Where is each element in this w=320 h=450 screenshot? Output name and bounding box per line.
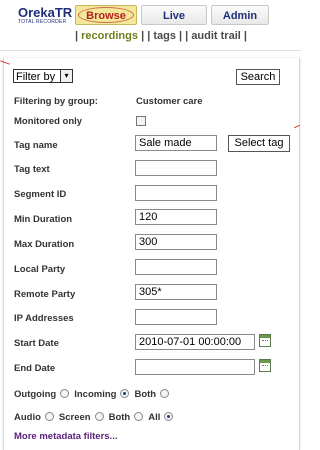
search-button[interactable]: Search: [236, 69, 280, 85]
remote-party-label: Remote Party: [14, 289, 76, 300]
subnav: | recordings | | tags | | audit trail |: [75, 30, 247, 42]
calendar-icon-grid: [262, 340, 268, 347]
local-party-label: Local Party: [14, 264, 66, 275]
logo-subtitle: TOTAL RECORDER: [18, 19, 67, 25]
radio-both[interactable]: [160, 389, 170, 398]
calendar-icon[interactable]: [259, 334, 271, 347]
min-duration-label: Min Duration: [14, 214, 73, 225]
app-logo: OrekaTR TOTAL RECORDER: [14, 5, 72, 25]
radio-audio-label: Audio: [14, 412, 41, 423]
more-metadata-filters-link[interactable]: More metadata filters...: [14, 431, 117, 442]
radio-incoming-label: Incoming: [74, 389, 117, 400]
tag-name-label: Tag name: [14, 140, 58, 151]
remote-party-field[interactable]: 305*: [135, 284, 217, 300]
subnav-item-recordings[interactable]: recordings: [81, 30, 138, 42]
subnav-separator: |: [75, 30, 79, 42]
monitored-only-checkbox[interactable]: [136, 116, 146, 126]
radio-media-both[interactable]: [134, 412, 144, 421]
subnav-item-tags[interactable]: tags: [153, 30, 176, 42]
subnav-separator: |: [179, 30, 183, 42]
calendar-icon-header: [260, 360, 270, 363]
radio-audio[interactable]: [44, 412, 54, 421]
segment-id-field[interactable]: [135, 185, 217, 201]
start-date-label: Start Date: [14, 338, 59, 349]
end-date-field[interactable]: [135, 359, 255, 375]
logo-title: OrekaTR: [18, 5, 73, 20]
radio-all[interactable]: [164, 412, 174, 421]
radio-incoming[interactable]: [120, 389, 130, 398]
subnav-separator: |: [185, 30, 189, 42]
ip-addresses-label: IP Addresses: [14, 313, 74, 324]
tab-admin[interactable]: Admin: [211, 5, 269, 25]
tag-text-field[interactable]: [135, 160, 217, 176]
monitored-only-label: Monitored only: [14, 116, 83, 127]
max-duration-label: Max Duration: [14, 239, 75, 250]
direction-radio-group: Outgoing Incoming Both: [14, 389, 174, 400]
radio-screen-label: Screen: [58, 412, 91, 423]
tag-name-field[interactable]: Sale made: [135, 135, 217, 151]
subnav-separator: |: [147, 30, 151, 42]
radio-screen[interactable]: [94, 412, 104, 421]
divider: [0, 50, 301, 51]
local-party-field[interactable]: [135, 259, 217, 275]
filter-by-select[interactable]: Filter by ▾: [13, 69, 73, 83]
subnav-separator: |: [141, 30, 145, 42]
max-duration-field[interactable]: 300: [135, 234, 217, 250]
ip-addresses-field[interactable]: [135, 309, 217, 325]
subnav-item-audit-trail[interactable]: audit trail: [191, 30, 241, 42]
tag-text-label: Tag text: [14, 164, 50, 175]
tab-live-label: Live: [162, 10, 185, 22]
app-header: OrekaTR TOTAL RECORDER Browse Live Admin: [0, 0, 301, 28]
min-duration-field[interactable]: 120: [135, 209, 217, 225]
segment-id-label: Segment ID: [14, 189, 67, 200]
tab-live[interactable]: Live: [141, 5, 207, 25]
calendar-icon[interactable]: [259, 359, 271, 372]
calendar-icon-grid: [262, 365, 268, 372]
radio-both-label: Both: [134, 389, 157, 400]
chevron-down-icon: ▾: [60, 70, 72, 82]
radio-media-both-label: Both: [108, 412, 131, 423]
end-date-label: End Date: [14, 363, 56, 374]
radio-all-label: All: [148, 412, 161, 423]
browse-highlight-oval: [78, 7, 134, 23]
tab-admin-label: Admin: [222, 10, 258, 22]
filtering-by-group-label: Filtering by group:: [14, 96, 98, 107]
media-radio-group: Audio Screen Both All: [14, 412, 178, 423]
tab-browse[interactable]: Browse: [75, 5, 137, 25]
radio-outgoing-label: Outgoing: [14, 389, 57, 400]
select-tag-button[interactable]: Select tag: [228, 135, 290, 152]
subnav-separator: |: [243, 30, 247, 42]
calendar-icon-header: [260, 335, 270, 338]
filtering-by-group-value: Customer care: [136, 96, 203, 107]
filter-by-label: Filter by: [16, 71, 56, 83]
radio-outgoing[interactable]: [60, 389, 70, 398]
start-date-field[interactable]: 2010-07-01 00:00:00: [135, 334, 255, 350]
